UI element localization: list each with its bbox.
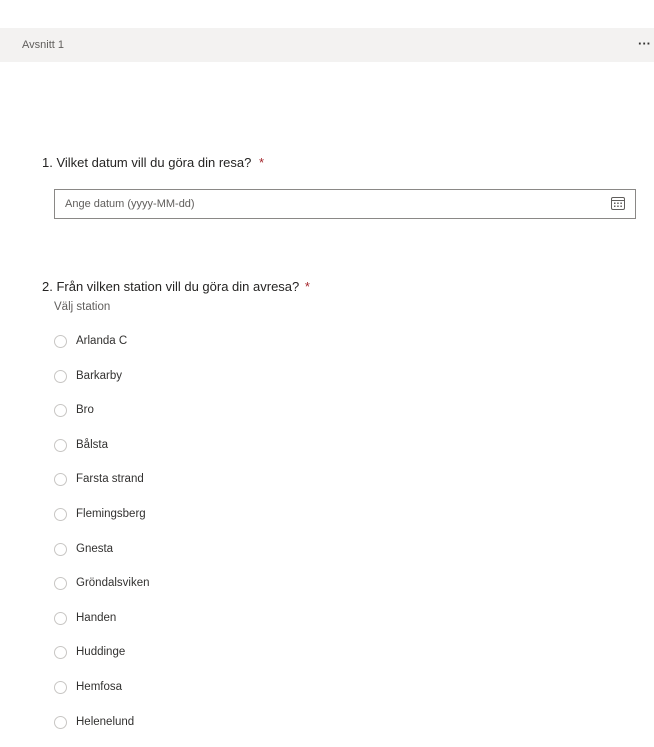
question-2-text: Från vilken station vill du göra din avr… [56, 279, 300, 294]
question-1-title: 1. Vilket datum vill du göra din resa? * [42, 155, 264, 170]
station-option[interactable]: Gnesta [54, 541, 354, 561]
option-label: Flemingsberg [76, 508, 146, 520]
required-marker: * [258, 155, 265, 170]
option-label: Farsta strand [76, 473, 144, 486]
question-2-subtitle: Välj station [54, 301, 111, 313]
date-placeholder: Ange datum (yyyy-MM-dd) [65, 198, 195, 210]
radio-button[interactable] [54, 542, 67, 556]
radio-button[interactable] [54, 335, 67, 348]
option-label: Gnesta [76, 542, 114, 555]
station-option[interactable]: Gröndalsviken [54, 575, 354, 595]
radio-button[interactable] [54, 508, 67, 521]
station-option[interactable]: Flemingsberg [54, 506, 354, 526]
station-option[interactable]: Handen [54, 610, 354, 630]
question-2-number: 2. [42, 279, 53, 294]
station-option[interactable]: Huddinge [54, 644, 354, 664]
question-1-text: Vilket datum vill du göra din resa? [56, 155, 252, 170]
more-options-button[interactable]: ··· [638, 34, 651, 54]
station-option[interactable]: Bålsta [54, 437, 354, 457]
station-option[interactable]: Farsta strand [54, 471, 354, 491]
option-label: Bro [76, 404, 94, 417]
station-option[interactable]: Bro [54, 402, 354, 422]
question-1-number: 1. [42, 155, 53, 170]
radio-button[interactable] [54, 473, 67, 487]
option-label: Hemfosa [76, 681, 123, 693]
option-label: Handen [76, 611, 117, 624]
section-title: Avsnitt 1 [22, 39, 64, 51]
radio-button[interactable] [54, 577, 67, 591]
option-label: Arlanda C [76, 335, 128, 347]
station-option[interactable]: Helenelund [54, 714, 354, 734]
radio-button[interactable] [54, 715, 67, 729]
station-option[interactable]: Arlanda C [54, 333, 354, 353]
option-label: Huddinge [76, 646, 126, 659]
required-marker: * [304, 279, 310, 294]
station-option[interactable]: Hemfosa [54, 679, 354, 699]
section-header: Avsnitt 1 ··· [0, 28, 654, 62]
radio-button[interactable] [54, 611, 67, 625]
radio-button[interactable] [54, 369, 67, 383]
option-label: Helenelund [76, 715, 135, 728]
question-2-title: 2. Från vilken station vill du göra din … [42, 279, 310, 294]
option-label: Gröndalsviken [76, 577, 150, 590]
radio-button[interactable] [54, 681, 67, 694]
radio-button[interactable] [54, 646, 67, 660]
calendar-icon[interactable] [611, 196, 625, 210]
radio-button[interactable] [54, 438, 67, 452]
date-input[interactable]: Ange datum (yyyy-MM-dd) [54, 189, 636, 219]
station-option[interactable]: Barkarby [54, 368, 354, 388]
option-label: Bålsta [76, 438, 108, 451]
option-label: Barkarby [76, 369, 123, 382]
radio-button[interactable] [54, 404, 67, 418]
